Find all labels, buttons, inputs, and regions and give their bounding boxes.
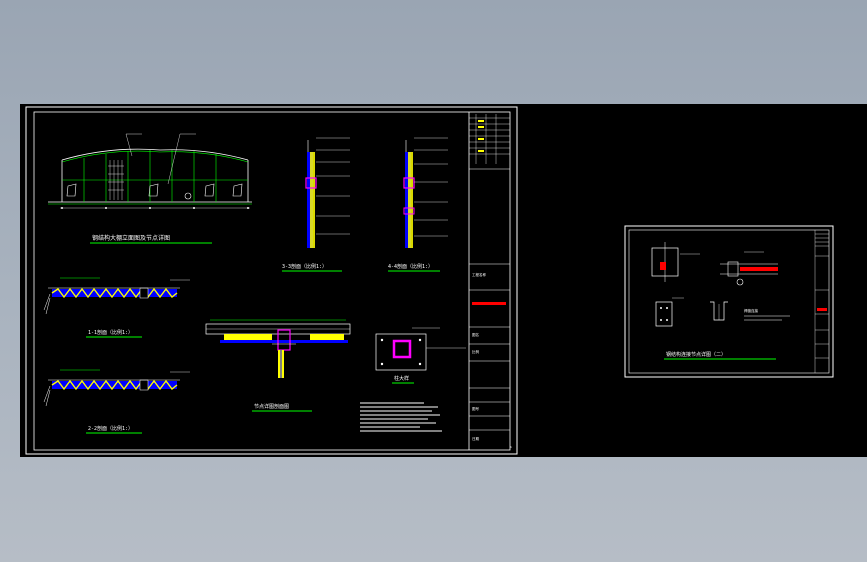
roof-section-2[interactable] bbox=[43, 369, 190, 407]
sheet-2-detail-d[interactable] bbox=[710, 301, 728, 321]
drawing-canvas: 工程名称 图名 比例 图号 日期 钢结构大棚立面图及节点详图 3-3剖面（比例1… bbox=[25, 106, 834, 455]
column-detail[interactable] bbox=[375, 327, 466, 371]
model-space[interactable]: 工程名称 图名 比例 图号 日期 钢结构大棚立面图及节点详图 3-3剖面（比例1… bbox=[20, 104, 867, 457]
title-block-scale: 比例 bbox=[472, 349, 480, 354]
wall-section-b[interactable] bbox=[403, 137, 448, 248]
greenhouse-elevation[interactable] bbox=[48, 133, 252, 209]
title-block-number: 图号 bbox=[472, 406, 480, 411]
general-notes bbox=[360, 402, 442, 432]
sheet-1[interactable]: 工程名称 图名 比例 图号 日期 钢结构大棚立面图及节点详图 3-3剖面（比例1… bbox=[25, 106, 518, 455]
section-1-label: 1-1剖面（比例1:） bbox=[88, 329, 133, 336]
roof-section-1[interactable] bbox=[43, 277, 190, 315]
sheet-2-note: 焊缝连接 bbox=[744, 308, 758, 313]
title-block-drawing: 图名 bbox=[472, 332, 479, 337]
sheet-2-detail-b[interactable] bbox=[720, 251, 778, 286]
sheet-2-title: 钢结构连接节点详图（二） bbox=[666, 351, 726, 358]
sheet-2-detail-a[interactable] bbox=[651, 242, 700, 282]
joint-detail[interactable] bbox=[205, 319, 351, 378]
sheet-2-title-block bbox=[814, 230, 829, 373]
section-2-label: 2-2剖面（比例1:） bbox=[88, 425, 133, 432]
section-3-label: 3-3剖面（比例1:） bbox=[282, 263, 327, 270]
sheet-1-outer-border bbox=[25, 106, 518, 455]
elevation-title: 钢结构大棚立面图及节点详图 bbox=[92, 234, 170, 242]
column-detail-title: 柱大样 bbox=[394, 375, 409, 382]
sheet-2-detail-c[interactable] bbox=[655, 297, 684, 327]
wall-section-a[interactable] bbox=[305, 137, 350, 248]
sheet-1-title-block: 工程名称 图名 比例 图号 日期 bbox=[468, 112, 510, 450]
title-block-project: 工程名称 bbox=[472, 272, 486, 277]
sheet-1-inner-border bbox=[33, 111, 511, 451]
svg-text:1: 1 bbox=[510, 445, 512, 449]
sheet-2[interactable]: 焊缝连接 钢结构连接节点详图（二） bbox=[624, 225, 834, 378]
sheet-2-inner-border bbox=[628, 229, 830, 374]
sheet-2-outer-border bbox=[624, 225, 834, 378]
title-block-date: 日期 bbox=[472, 436, 480, 441]
sheet-2-notes: 焊缝连接 bbox=[744, 308, 790, 321]
cad-viewport[interactable]: 工程名称 图名 比例 图号 日期 钢结构大棚立面图及节点详图 3-3剖面（比例1… bbox=[0, 0, 867, 562]
joint-detail-title: 节点详图剖面图 bbox=[254, 403, 289, 410]
section-4-label: 4-4剖面（比例1:） bbox=[388, 263, 433, 270]
